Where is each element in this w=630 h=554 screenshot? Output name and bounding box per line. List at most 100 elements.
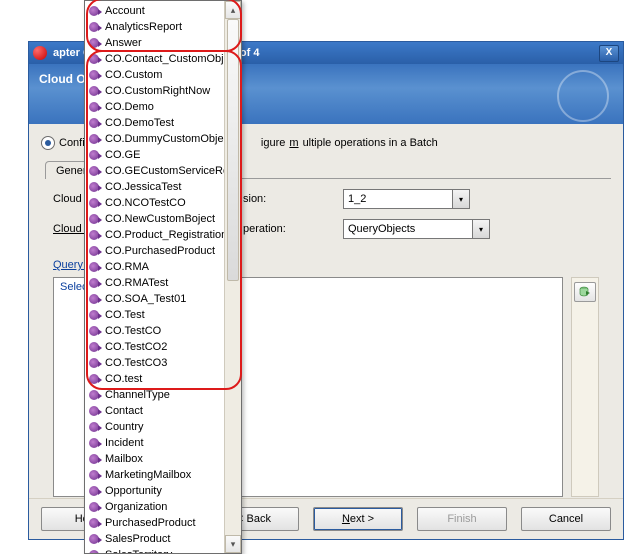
- autocomplete-item[interactable]: CO.RMATest: [85, 275, 225, 291]
- radio-label-mnemonic: m: [289, 137, 298, 149]
- object-icon: [89, 166, 99, 176]
- autocomplete-item-label: Organization: [105, 501, 167, 513]
- test-query-button[interactable]: [574, 282, 596, 302]
- autocomplete-item-label: CO.TestCO2: [105, 341, 167, 353]
- cloud-op-value[interactable]: QueryObjects: [343, 219, 473, 239]
- autocomplete-item[interactable]: Country: [85, 419, 225, 435]
- editor-toolbar: [571, 277, 599, 497]
- autocomplete-item[interactable]: Opportunity: [85, 483, 225, 499]
- autocomplete-item[interactable]: CO.TestCO3: [85, 355, 225, 371]
- autocomplete-item[interactable]: PurchasedProduct: [85, 515, 225, 531]
- object-icon: [89, 54, 99, 64]
- autocomplete-item[interactable]: SalesProduct: [85, 531, 225, 547]
- autocomplete-item[interactable]: SalesTerritory: [85, 547, 225, 553]
- object-icon: [89, 534, 99, 544]
- api-version-label-right: sion:: [243, 193, 343, 205]
- autocomplete-item-label: CO.JessicaTest: [105, 181, 181, 193]
- autocomplete-item[interactable]: CO.Test: [85, 307, 225, 323]
- object-icon: [89, 262, 99, 272]
- chevron-down-icon[interactable]: ▾: [473, 219, 490, 239]
- autocomplete-item[interactable]: CO.DemoTest: [85, 115, 225, 131]
- radio-label-part3: ultiple operations in a Batch: [303, 137, 438, 149]
- object-icon: [89, 38, 99, 48]
- autocomplete-item-label: CO.DemoTest: [105, 117, 174, 129]
- api-version-combo[interactable]: 1_2 ▾: [343, 189, 470, 209]
- autocomplete-item[interactable]: CO.JessicaTest: [85, 179, 225, 195]
- scroll-up-icon[interactable]: ▴: [225, 1, 241, 19]
- autocomplete-item-label: CO.NCOTestCO: [105, 197, 186, 209]
- autocomplete-item[interactable]: Contact: [85, 403, 225, 419]
- autocomplete-item-label: SalesProduct: [105, 533, 170, 545]
- autocomplete-item[interactable]: CO.DummyCustomObject: [85, 131, 225, 147]
- api-version-value[interactable]: 1_2: [343, 189, 453, 209]
- autocomplete-item[interactable]: CO.test: [85, 371, 225, 387]
- autocomplete-item[interactable]: CO.SOA_Test01: [85, 291, 225, 307]
- object-icon: [89, 278, 99, 288]
- autocomplete-item[interactable]: AnalyticsReport: [85, 19, 225, 35]
- autocomplete-item[interactable]: MarketingMailbox: [85, 467, 225, 483]
- autocomplete-item[interactable]: CO.Custom: [85, 67, 225, 83]
- autocomplete-item-label: Country: [105, 421, 144, 433]
- object-icon: [89, 454, 99, 464]
- autocomplete-popup[interactable]: Account AnalyticsReportAnswerCO.Contact_C…: [84, 0, 242, 554]
- autocomplete-list[interactable]: Account AnalyticsReportAnswerCO.Contact_C…: [85, 1, 225, 553]
- chevron-down-icon[interactable]: ▾: [453, 189, 470, 209]
- autocomplete-item[interactable]: CO.Contact_CustomObj: [85, 51, 225, 67]
- autocomplete-item[interactable]: CO.Product_Registration: [85, 227, 225, 243]
- cancel-button[interactable]: Cancel: [521, 507, 611, 531]
- object-icon: [89, 470, 99, 480]
- autocomplete-item[interactable]: CO.TestCO: [85, 323, 225, 339]
- autocomplete-item[interactable]: CO.GECustomServiceReq: [85, 163, 225, 179]
- scrollbar[interactable]: ▴ ▾: [224, 1, 241, 553]
- autocomplete-item-label: CO.Test: [105, 309, 145, 321]
- autocomplete-item[interactable]: CO.RMA: [85, 259, 225, 275]
- object-icon: [89, 502, 99, 512]
- scroll-thumb[interactable]: [227, 19, 239, 281]
- object-icon: [89, 518, 99, 528]
- autocomplete-item-label: Opportunity: [105, 485, 162, 497]
- object-icon: [89, 294, 99, 304]
- autocomplete-item[interactable]: CO.PurchasedProduct: [85, 243, 225, 259]
- autocomplete-item-label: CO.TestCO: [105, 325, 161, 337]
- autocomplete-item[interactable]: ChannelType: [85, 387, 225, 403]
- autocomplete-item[interactable]: CO.NewCustomBoject: [85, 211, 225, 227]
- autocomplete-item[interactable]: Organization: [85, 499, 225, 515]
- autocomplete-item-label: Mailbox: [105, 453, 143, 465]
- autocomplete-item-label: CO.RMA: [105, 261, 149, 273]
- cloud-op-combo[interactable]: QueryObjects ▾: [343, 219, 490, 239]
- next-button[interactable]: Next >: [313, 507, 403, 531]
- object-icon: [89, 102, 99, 112]
- autocomplete-item-label: CO.GECustomServiceReq: [105, 165, 225, 177]
- object-icon: [89, 358, 99, 368]
- autocomplete-item-label: CO.TestCO3: [105, 357, 167, 369]
- object-icon: [89, 342, 99, 352]
- radio-label-part2: igure: [261, 137, 285, 149]
- autocomplete-item[interactable]: CO.CustomRightNow: [85, 83, 225, 99]
- autocomplete-item[interactable]: CO.NCOTestCO: [85, 195, 225, 211]
- autocomplete-item[interactable]: Answer: [85, 35, 225, 51]
- finish-button: Finish: [417, 507, 507, 531]
- autocomplete-item[interactable]: CO.TestCO2: [85, 339, 225, 355]
- autocomplete-item[interactable]: CO.Demo: [85, 99, 225, 115]
- autocomplete-item-label: CO.SOA_Test01: [105, 293, 186, 305]
- close-icon[interactable]: X: [599, 45, 619, 62]
- object-icon: [89, 374, 99, 384]
- object-icon: [89, 246, 99, 256]
- autocomplete-item-label: CO.PurchasedProduct: [105, 245, 215, 257]
- object-icon: [89, 406, 99, 416]
- autocomplete-item-label: CO.DummyCustomObject: [105, 133, 225, 145]
- autocomplete-item[interactable]: Incident: [85, 435, 225, 451]
- autocomplete-item[interactable]: Account: [85, 3, 225, 19]
- autocomplete-item-label: CO.NewCustomBoject: [105, 213, 215, 225]
- autocomplete-item[interactable]: CO.GE: [85, 147, 225, 163]
- object-icon: [89, 182, 99, 192]
- scroll-down-icon[interactable]: ▾: [225, 535, 241, 553]
- object-icon: [89, 550, 99, 553]
- autocomplete-item-label: CO.Custom: [105, 69, 162, 81]
- object-icon: [89, 22, 99, 32]
- radio-icon[interactable]: [41, 136, 55, 150]
- object-icon: [89, 70, 99, 80]
- autocomplete-item-label: Account: [105, 5, 145, 17]
- banner-title: Cloud O: [39, 72, 86, 86]
- autocomplete-item[interactable]: Mailbox: [85, 451, 225, 467]
